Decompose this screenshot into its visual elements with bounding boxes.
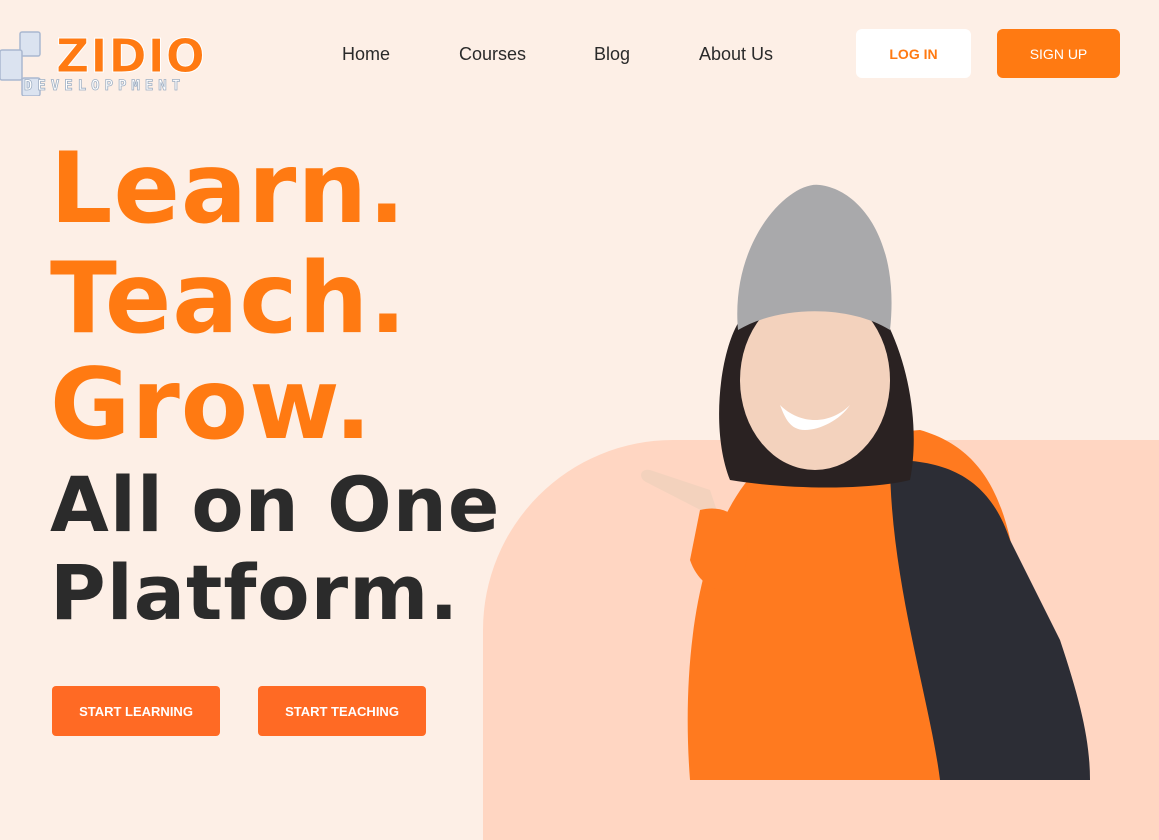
nav-home[interactable]: Home <box>342 44 390 65</box>
hero-line-learn: Learn. <box>50 132 407 246</box>
nav-about-us[interactable]: About Us <box>699 44 773 65</box>
brand-logo[interactable]: ZIDIO DEVELOPPMENT <box>0 28 250 100</box>
hero-line-all-on-one: All on One <box>50 460 501 549</box>
hero-line-platform: Platform. <box>50 548 460 637</box>
signup-button[interactable]: SIGN UP <box>997 29 1120 78</box>
nav-blog[interactable]: Blog <box>594 44 630 65</box>
start-teaching-button[interactable]: START TEACHING <box>258 686 426 736</box>
start-learning-button[interactable]: START LEARNING <box>52 686 220 736</box>
hero-line-grow: Grow. <box>50 348 373 462</box>
brand-subtitle: DEVELOPPMENT <box>24 78 186 95</box>
hero-student-illustration <box>641 184 1090 780</box>
hero-line-teach: Teach. <box>50 242 408 356</box>
login-button[interactable]: LOG IN <box>856 29 971 78</box>
nav-courses[interactable]: Courses <box>459 44 526 65</box>
brand-name: ZIDIO <box>56 29 206 84</box>
